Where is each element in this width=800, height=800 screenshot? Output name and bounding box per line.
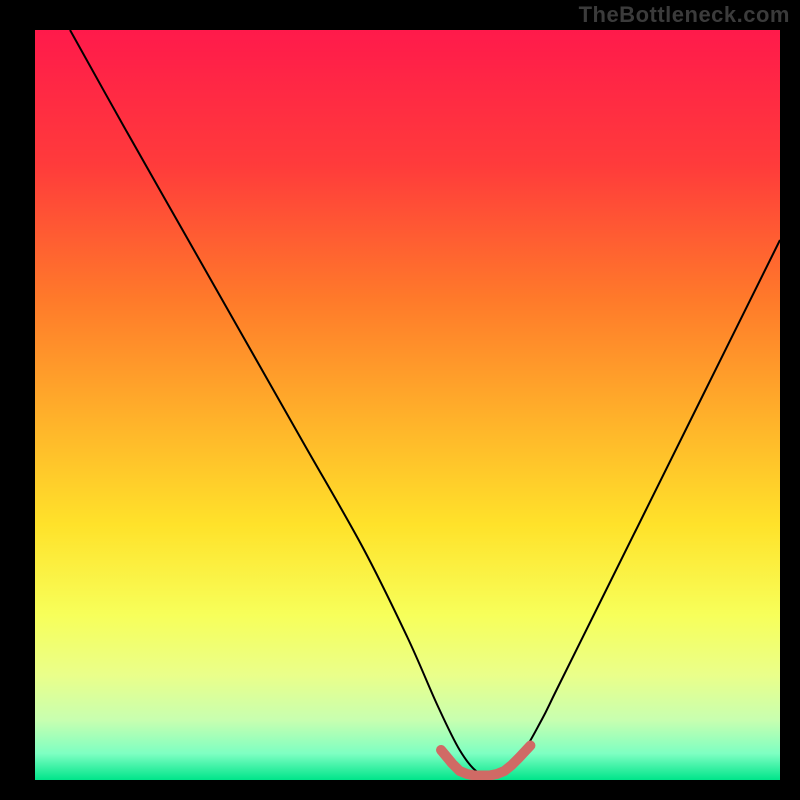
bottleneck-chart bbox=[0, 0, 800, 800]
watermark-text: TheBottleneck.com bbox=[579, 2, 790, 28]
plot-background-gradient bbox=[35, 30, 780, 780]
chart-frame: TheBottleneck.com bbox=[0, 0, 800, 800]
